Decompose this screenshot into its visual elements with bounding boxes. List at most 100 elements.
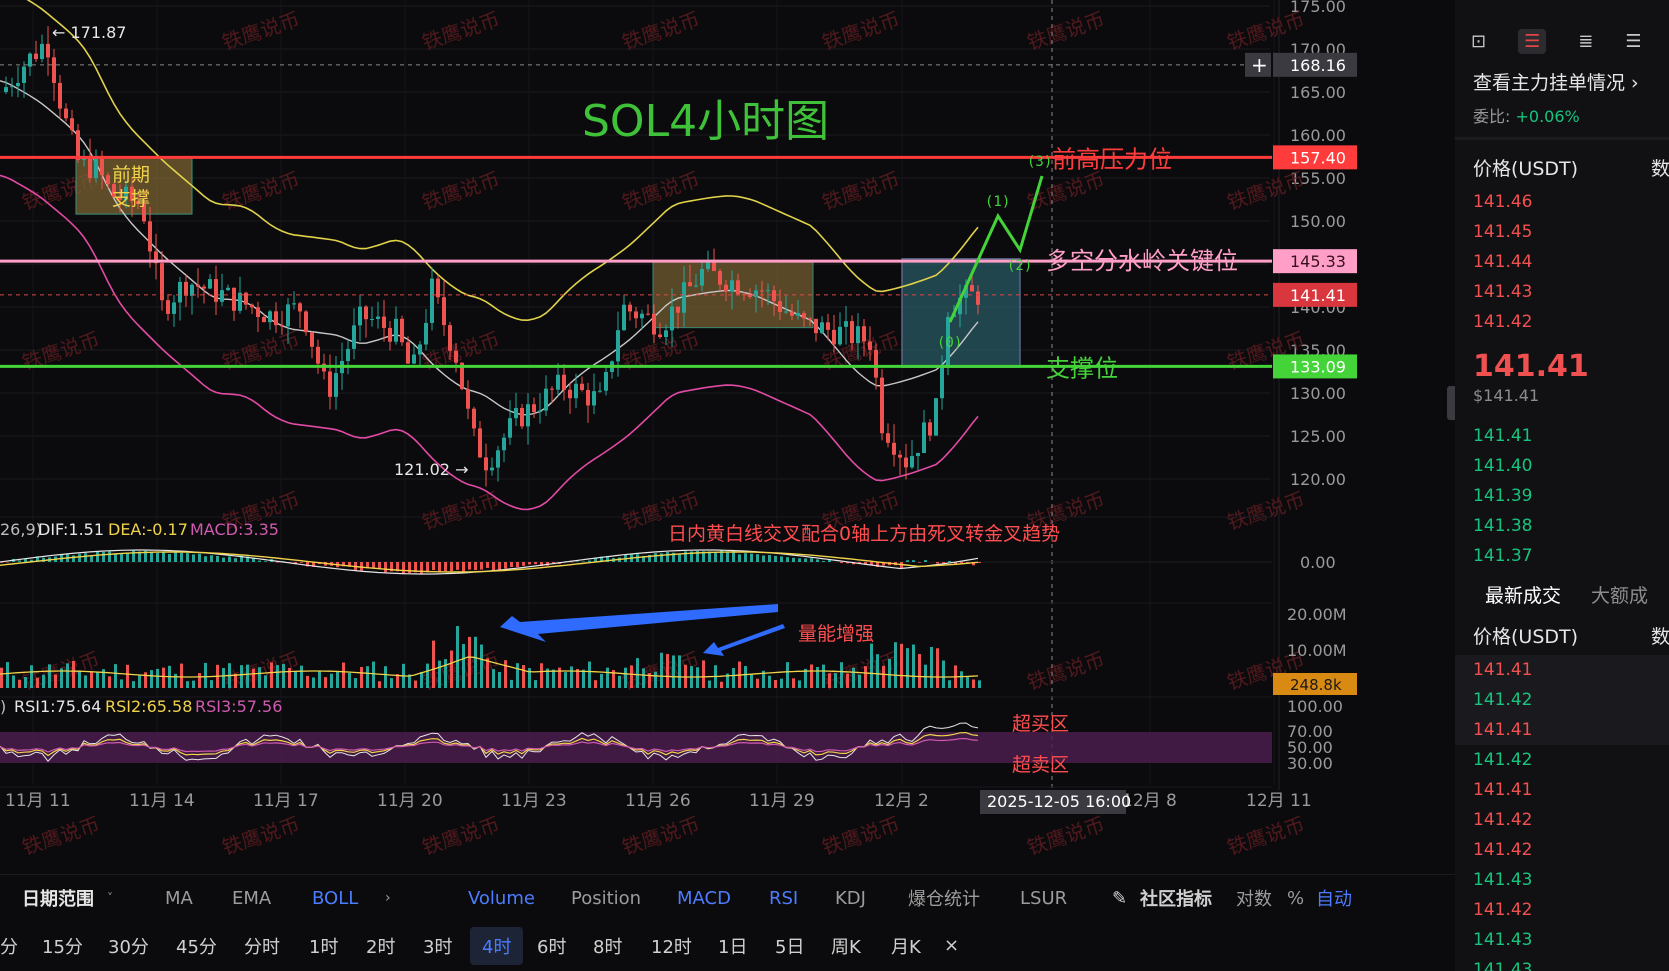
candle-body [622, 304, 626, 331]
close-icon[interactable]: × [944, 935, 959, 956]
volume-bar [318, 670, 321, 688]
bid-row[interactable]: 141.40 [1455, 451, 1669, 481]
volume-bar [978, 680, 981, 688]
indicator-macd[interactable]: MACD [677, 888, 731, 909]
volume-bar [282, 664, 285, 688]
indicator-volume[interactable]: Volume [468, 888, 535, 909]
volume-bar [822, 664, 825, 688]
volume-axis-label: 20.00M [1287, 605, 1347, 624]
macd-histogram-bar [678, 553, 681, 562]
macd-dif-legend: DIF:1.51 [38, 520, 104, 539]
candle-body [358, 306, 362, 326]
y-tick-label: 165.00 [1290, 83, 1346, 102]
date-range-button[interactable]: 日期范围 [22, 885, 94, 911]
candle-body [568, 389, 572, 399]
ask-row[interactable]: 141.43 [1455, 277, 1669, 307]
candle-body [670, 306, 674, 331]
volume-bar [138, 675, 141, 688]
period-option[interactable]: 5日 [775, 933, 804, 959]
macd-axis-label: 0.00 [1300, 553, 1336, 572]
volume-bar [744, 666, 747, 688]
macd-histogram-bar [300, 562, 303, 563]
auto-scale-toggle[interactable]: 自动 [1316, 885, 1352, 911]
period-option[interactable]: 月K [891, 933, 921, 959]
period-option[interactable]: 15分 [42, 933, 83, 959]
bid-row[interactable]: 141.39 [1455, 481, 1669, 511]
candle-body [286, 304, 290, 327]
ask-row[interactable]: 141.46 [1455, 187, 1669, 217]
period-option[interactable]: 分时 [244, 933, 280, 959]
rsi2-legend: RSI2:65.58 [105, 697, 192, 716]
log-scale-toggle[interactable]: 对数 [1236, 885, 1272, 911]
volume-bar [264, 675, 267, 688]
candle-body [52, 57, 56, 83]
macd-histogram-bar [870, 562, 873, 565]
main-orders-link[interactable]: 查看主力挂单情况 › [1473, 68, 1669, 95]
chevron-down-icon[interactable]: ˅ [107, 891, 113, 905]
candle-body [790, 311, 794, 316]
macd-histogram-bar [150, 552, 153, 562]
bid-row[interactable]: 141.38 [1455, 511, 1669, 541]
volume-bar [732, 668, 735, 688]
ask-row[interactable]: 141.42 [1455, 307, 1669, 337]
indicator-kdj[interactable]: KDJ [835, 888, 866, 909]
period-option[interactable]: 4时 [470, 926, 524, 965]
period-option[interactable]: 12时 [651, 933, 692, 959]
edit-icon[interactable]: ✎ [1112, 888, 1127, 909]
indicator-ema[interactable]: EMA [232, 888, 271, 909]
candle-body [388, 327, 392, 342]
percent-scale-toggle[interactable]: % [1287, 888, 1304, 909]
community-indicators-button[interactable]: 社区指标 [1140, 885, 1212, 911]
y-tick-label: 125.00 [1290, 427, 1346, 446]
volume-bar [948, 680, 951, 688]
ask-row[interactable]: 141.45 [1455, 217, 1669, 247]
macd-histogram-bar [486, 562, 489, 568]
candle-body [778, 301, 782, 313]
chevron-right-icon[interactable]: › [385, 890, 391, 906]
macd-histogram-bar [186, 553, 189, 562]
indicator-liquidation[interactable]: 爆仓统计 [908, 885, 980, 911]
tab-large-trades[interactable]: 大额成 [1591, 581, 1648, 608]
candle-body [16, 82, 20, 87]
period-option[interactable]: 45分 [176, 933, 217, 959]
volume-bar [864, 666, 867, 688]
period-option[interactable]: 1日 [718, 933, 747, 959]
indicator-ma[interactable]: MA [165, 888, 193, 909]
volume-bar [84, 675, 87, 688]
period-option[interactable]: 6时 [537, 933, 566, 959]
period-option[interactable]: 2时 [366, 933, 395, 959]
volume-bar [150, 670, 153, 688]
period-option[interactable]: 30分 [108, 933, 149, 959]
macd-histogram-bar [948, 560, 951, 562]
indicator-lsur[interactable]: LSUR [1020, 888, 1067, 909]
macd-histogram-bar [108, 551, 111, 562]
layout-icon[interactable]: ⊡ [1471, 31, 1486, 52]
volume-bar [786, 662, 789, 688]
period-option[interactable]: 周K [831, 933, 861, 959]
volume-bar [600, 673, 603, 688]
macd-histogram-bar [426, 562, 429, 573]
menu-icon[interactable]: ☰ [1625, 31, 1641, 52]
ask-row[interactable]: 141.44 [1455, 247, 1669, 277]
indicator-boll[interactable]: BOLL [312, 888, 358, 909]
volume-bar [384, 666, 387, 688]
indicator-rsi[interactable]: RSI [769, 888, 798, 909]
volume-bar [768, 675, 771, 688]
bid-row[interactable]: 141.37 [1455, 541, 1669, 571]
period-option[interactable]: 8时 [593, 933, 622, 959]
x-tick-label: 11月 20 [377, 791, 443, 811]
period-option[interactable]: 分 [0, 933, 18, 959]
bid-row[interactable]: 141.41 [1455, 421, 1669, 451]
volume-bar [294, 671, 297, 688]
candle-body [454, 350, 458, 363]
candle-body [352, 325, 356, 349]
list-icon[interactable]: ≣ [1578, 31, 1593, 52]
price-chart[interactable]: 175.00170.00165.00160.00155.00150.00145.… [0, 0, 1455, 874]
period-option[interactable]: 1时 [309, 933, 338, 959]
indicator-position[interactable]: Position [571, 888, 641, 909]
orderbook-icon[interactable]: ☰ [1518, 28, 1547, 54]
tab-recent-trades[interactable]: 最新成交 [1485, 581, 1561, 608]
period-option[interactable]: 3时 [423, 933, 452, 959]
candle-body [382, 316, 386, 328]
candle-body [514, 407, 518, 419]
